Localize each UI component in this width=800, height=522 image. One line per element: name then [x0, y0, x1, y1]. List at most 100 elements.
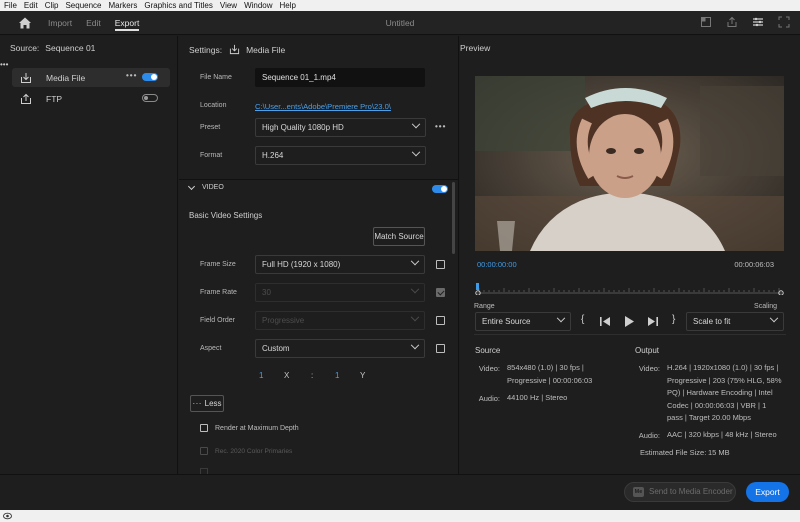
- aspect-checkbox[interactable]: [436, 344, 445, 353]
- rec2020-label: Rec. 2020 Color Primaries: [215, 447, 293, 455]
- menu-edit[interactable]: Edit: [24, 1, 38, 10]
- range-select[interactable]: Entire Source: [475, 312, 571, 331]
- home-icon[interactable]: [18, 16, 32, 30]
- destination-more-button[interactable]: •••: [126, 71, 137, 80]
- video-section-title: VIDEO: [202, 184, 224, 191]
- location-label: Location: [200, 102, 227, 109]
- step-forward-icon[interactable]: [647, 317, 658, 326]
- tab-export[interactable]: Export: [114, 11, 139, 35]
- tab-import[interactable]: Import: [48, 11, 72, 35]
- mark-out-icon[interactable]: }: [672, 314, 675, 325]
- eye-icon[interactable]: [3, 512, 12, 520]
- destination-label: Media File: [46, 72, 86, 83]
- frame-rate-value: 30: [262, 288, 271, 297]
- status-bar: [0, 510, 800, 522]
- match-source-button[interactable]: Match Source: [373, 227, 425, 246]
- output-video-label: Video:: [638, 364, 660, 373]
- menu-graphics-titles[interactable]: Graphics and Titles: [144, 1, 212, 10]
- chevron-down-icon: [411, 119, 421, 129]
- basic-video-settings-title: Basic Video Settings: [189, 211, 263, 220]
- workspaces-icon[interactable]: [752, 16, 764, 28]
- format-value: H.264: [262, 151, 284, 160]
- source-video-line: Progressive | 00:00:06:03: [507, 375, 593, 385]
- source-audio-label: Audio:: [478, 394, 500, 403]
- source-panel: Source: Sequence 01 ••• Media File ••• F…: [0, 36, 178, 474]
- source-audio-value: 44100 Hz | Stereo: [507, 393, 568, 402]
- chevron-down-icon: [410, 284, 420, 294]
- destination-media-file[interactable]: Media File •••: [12, 68, 170, 87]
- menu-sequence[interactable]: Sequence: [65, 1, 101, 10]
- aspect-y-value[interactable]: 1: [335, 371, 339, 380]
- source-more-button[interactable]: •••: [0, 60, 8, 69]
- chevron-down-icon: [187, 182, 196, 190]
- aspect-x-label: X: [284, 371, 290, 380]
- section-divider: [179, 179, 459, 180]
- render-max-depth-checkbox[interactable]: [200, 424, 208, 432]
- settings-scrollbar[interactable]: [452, 182, 455, 254]
- chevron-down-icon: [410, 340, 420, 350]
- settings-label: Settings:: [189, 44, 223, 55]
- range-value: Entire Source: [482, 317, 531, 326]
- menu-file[interactable]: File: [4, 1, 17, 10]
- preview-scrubber[interactable]: [475, 283, 784, 295]
- file-name-input[interactable]: Sequence 01_1.mp4: [255, 68, 425, 87]
- frame-rate-label: Frame Rate: [200, 289, 237, 296]
- rec2020-option[interactable]: Rec. 2020 Color Primaries: [200, 447, 292, 455]
- step-back-icon[interactable]: [600, 317, 611, 326]
- aspect-x-value[interactable]: 1: [259, 371, 263, 380]
- send-to-media-encoder-button[interactable]: Me Send to Media Encoder: [624, 482, 736, 502]
- output-video-line: pass | Target 20.00 Mbps: [667, 413, 751, 422]
- frame-size-label: Frame Size: [200, 261, 236, 268]
- menu-clip[interactable]: Clip: [45, 1, 59, 10]
- tab-edit[interactable]: Edit: [86, 11, 101, 35]
- download-icon: [229, 44, 240, 55]
- fullscreen-icon[interactable]: [778, 16, 790, 28]
- location-link[interactable]: C:\User...ents\Adobe\Premiere Pro\23.0\: [255, 102, 391, 111]
- menu-bar: File Edit Clip Sequence Markers Graphics…: [0, 0, 800, 11]
- menu-help[interactable]: Help: [280, 1, 296, 10]
- field-order-label: Field Order: [200, 317, 236, 324]
- menu-view[interactable]: View: [220, 1, 237, 10]
- output-audio-value: AAC | 320 kbps | 48 kHz | Stereo: [667, 430, 777, 439]
- video-toggle[interactable]: [432, 185, 448, 193]
- export-button[interactable]: Export: [746, 482, 789, 502]
- render-max-depth-option[interactable]: Render at Maximum Depth: [200, 424, 299, 432]
- frame-size-select[interactable]: Full HD (1920 x 1080): [255, 255, 425, 274]
- format-select[interactable]: H.264: [255, 146, 426, 165]
- destination-ftp[interactable]: FTP: [12, 89, 170, 108]
- info-divider: [474, 334, 786, 335]
- frame-rate-checkbox[interactable]: [436, 288, 445, 297]
- frame-rate-select[interactable]: 30: [255, 283, 425, 302]
- estimated-size-value: 15 MB: [708, 448, 730, 457]
- export-footer: Me Send to Media Encoder Export: [0, 474, 800, 510]
- chevron-down-icon: [410, 256, 420, 266]
- preview-frame: [475, 76, 784, 251]
- media-file-toggle[interactable]: [142, 73, 158, 81]
- settings-target: Media File: [246, 44, 286, 55]
- preset-select[interactable]: High Quality 1080p HD: [255, 118, 426, 137]
- ftp-toggle[interactable]: [142, 94, 158, 102]
- menu-markers[interactable]: Markers: [109, 1, 138, 10]
- aspect-select[interactable]: Custom: [255, 339, 425, 358]
- source-video-line: 854x480 (1.0) | 30 fps |: [507, 363, 584, 372]
- mark-in-icon[interactable]: {: [581, 314, 584, 325]
- play-icon[interactable]: [624, 316, 634, 327]
- preset-more-button[interactable]: •••: [435, 122, 446, 131]
- quick-export-icon[interactable]: [700, 16, 712, 28]
- less-button[interactable]: ··· Less: [190, 395, 224, 412]
- frame-size-checkbox[interactable]: [436, 260, 445, 269]
- timecode-duration: 00:00:06:03: [734, 260, 774, 269]
- media-encoder-icon: Me: [633, 487, 644, 497]
- scaling-select[interactable]: Scale to fit: [686, 312, 784, 331]
- scaling-value: Scale to fit: [693, 317, 731, 326]
- field-order-select[interactable]: Progressive: [255, 311, 425, 330]
- format-label: Format: [200, 152, 223, 159]
- field-order-checkbox[interactable]: [436, 316, 445, 325]
- timecode-current[interactable]: 00:00:00:00: [477, 260, 517, 269]
- settings-panel: Settings: Media File File Name Sequence …: [179, 36, 459, 474]
- rec2020-checkbox[interactable]: [200, 447, 208, 455]
- share-icon[interactable]: [726, 16, 738, 28]
- menu-window[interactable]: Window: [244, 1, 272, 10]
- video-section-header[interactable]: VIDEO: [187, 182, 224, 191]
- aspect-value: Custom: [262, 344, 290, 353]
